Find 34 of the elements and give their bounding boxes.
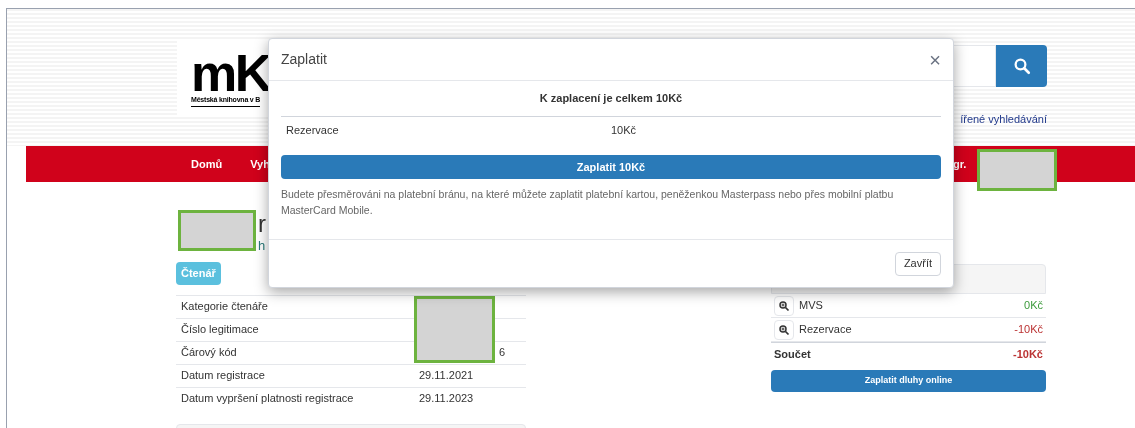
zoom-button[interactable] [774, 295, 794, 316]
reader-subtitle: h [258, 237, 266, 255]
debt-label: MVS [799, 298, 824, 314]
field-label: Kategorie čtenáře [180, 299, 269, 315]
field-value: 29.11.2021 [419, 368, 474, 384]
field-label: Datum registrace [180, 368, 266, 384]
nav-link[interactable]: Domů [191, 155, 223, 173]
advanced-search-link[interactable]: ířené vyhledávání [960, 111, 1047, 128]
pay-debts-button[interactable]: Zaplatit dluhy online [771, 369, 1046, 392]
search-button[interactable] [996, 45, 1047, 87]
field-value: 29.11.2023 [419, 391, 474, 407]
field-label: Čárový kód [180, 345, 238, 361]
total-summary: K zaplacení je celkem 10Kč [539, 91, 683, 107]
total-amount: -10Kč [1013, 347, 1043, 363]
search-icon [1012, 57, 1031, 75]
magnifier-icon [778, 299, 790, 312]
user-menu[interactable]: gr. [952, 155, 967, 173]
reader-name: r [258, 210, 266, 238]
field-value: 6 [498, 345, 506, 361]
debt-label: Rezervace [799, 322, 853, 338]
field-label: Číslo legitimace [180, 322, 260, 338]
close-dialog-button[interactable]: Zavřít [894, 251, 941, 276]
item-label: Rezervace [285, 122, 340, 138]
total-label: Součet [774, 347, 812, 363]
payment-note: Budete přesměrováni na platební bránu, na které můžete zaplatit platební kartou, peněženkou Masterpass nebo přes mobilní platbu MasterCard Mobile. [281, 187, 895, 218]
pay-button[interactable]: Zaplatit 10Kč [281, 155, 941, 179]
close-button[interactable]: × [929, 49, 941, 70]
field-label: Datum vypršení platnosti registrace [180, 391, 355, 407]
magnifier-icon [778, 323, 790, 336]
debt-amount: 0Kč [1024, 298, 1043, 314]
reader-badge: Čtenář [176, 262, 221, 285]
zoom-button[interactable] [774, 319, 794, 340]
item-amount: 10Kč [611, 122, 637, 138]
debt-amount: -10Kč [1014, 322, 1043, 338]
